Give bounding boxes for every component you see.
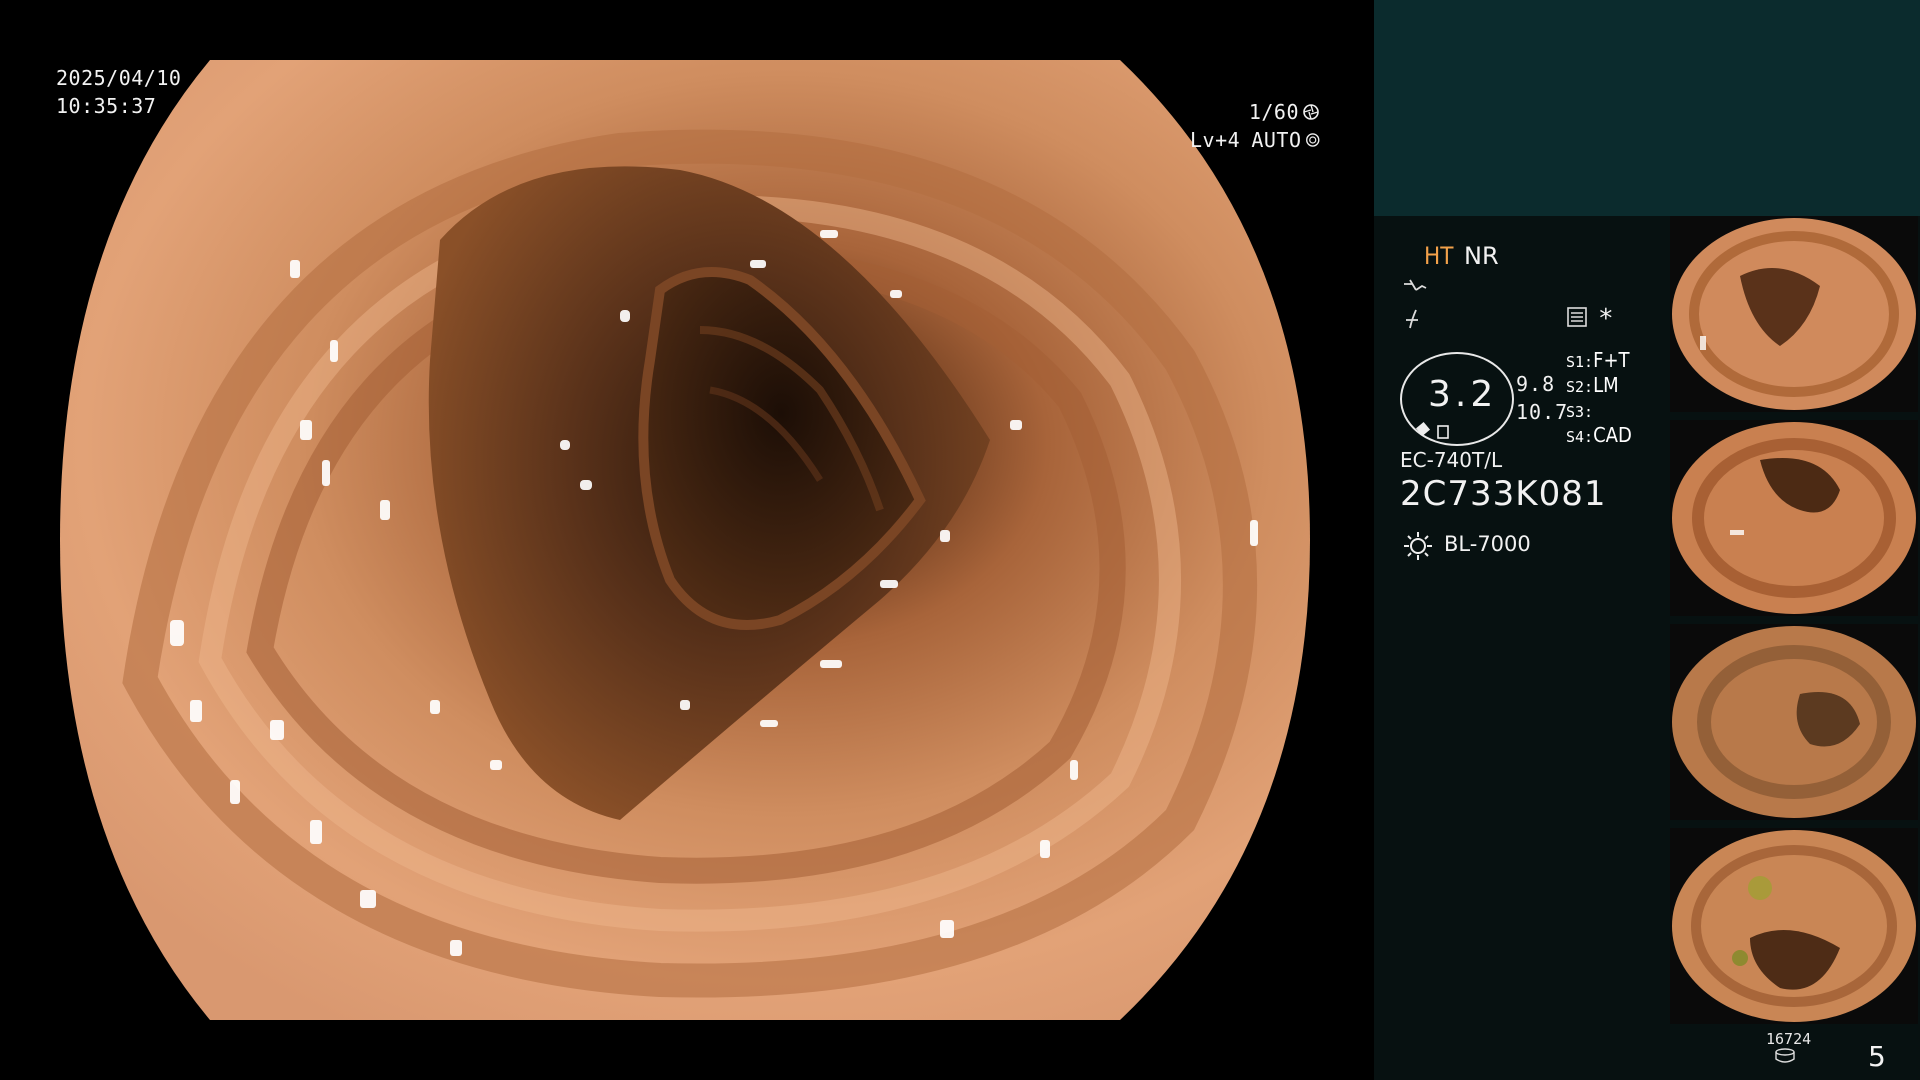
scope-serial: 2C733K081 — [1400, 474, 1607, 514]
capture-counter: 16724 — [1766, 1030, 1812, 1048]
zoom-value: 3.2 — [1428, 374, 1498, 415]
thumbnail-1[interactable] — [1670, 216, 1918, 412]
switch-s2-value: LM — [1593, 373, 1619, 397]
thumbnail-3[interactable] — [1670, 624, 1918, 820]
switch-s2: S2:LM — [1566, 373, 1619, 397]
switch-s4-value: CAD — [1593, 423, 1632, 447]
switch-s1-key: S1: — [1566, 353, 1594, 371]
shutter-icon — [1303, 104, 1319, 120]
page-number: 5 — [1868, 1040, 1886, 1073]
switch-s4-key: S4: — [1566, 428, 1594, 446]
nr-mode-label: NR — [1464, 242, 1499, 270]
thumbnail-1-image — [1672, 218, 1916, 410]
datetime-display: 2025/04/10 10:35:37 — [56, 64, 181, 120]
enhance-icon — [1404, 279, 1427, 291]
thumbnail-4-image — [1672, 830, 1916, 1022]
scope-model: EC-740T/L — [1400, 448, 1503, 472]
captured-images-strip — [1670, 216, 1920, 1024]
switch-s1: S1:F+T — [1566, 348, 1630, 372]
scope-tip-icon — [1415, 421, 1449, 439]
iris-icon — [1305, 133, 1319, 147]
thumbnail-3-image — [1672, 626, 1916, 818]
zoom-lower: 10.7 — [1516, 400, 1569, 424]
thumbnail-2[interactable] — [1670, 420, 1918, 616]
switch-s1-value: F+T — [1593, 348, 1630, 372]
switch-s4: S4:CAD — [1566, 423, 1632, 447]
brightness-text: Lv+4 — [1190, 128, 1241, 152]
time-text: 10:35:37 — [56, 94, 157, 118]
switch-s3: S3: — [1566, 398, 1593, 422]
iris-text: AUTO — [1251, 128, 1302, 152]
light-source-model: BL-7000 — [1444, 532, 1531, 556]
color-icon — [1406, 309, 1418, 329]
thumbnail-2-image — [1672, 422, 1916, 614]
exposure-display: 1/60 Lv+4 AUTO — [1190, 98, 1320, 154]
colon-lumen-image — [60, 60, 1310, 1020]
ht-mode-label: HT — [1424, 242, 1454, 270]
zoom-upper: 9.8 — [1516, 372, 1556, 396]
date-text: 2025/04/10 — [56, 66, 182, 90]
endoscope-live-view — [60, 60, 1310, 1020]
light-icon — [1404, 532, 1432, 560]
panel-header-area — [1374, 0, 1920, 216]
memory-icon — [1567, 307, 1587, 327]
shutter-text: 1/60 — [1248, 100, 1299, 124]
star-indicator: * — [1598, 304, 1614, 334]
storage-icon — [1775, 1048, 1795, 1063]
switch-s3-key: S3: — [1566, 403, 1594, 421]
thumbnail-4[interactable] — [1670, 828, 1918, 1024]
switch-s2-key: S2: — [1566, 378, 1594, 396]
